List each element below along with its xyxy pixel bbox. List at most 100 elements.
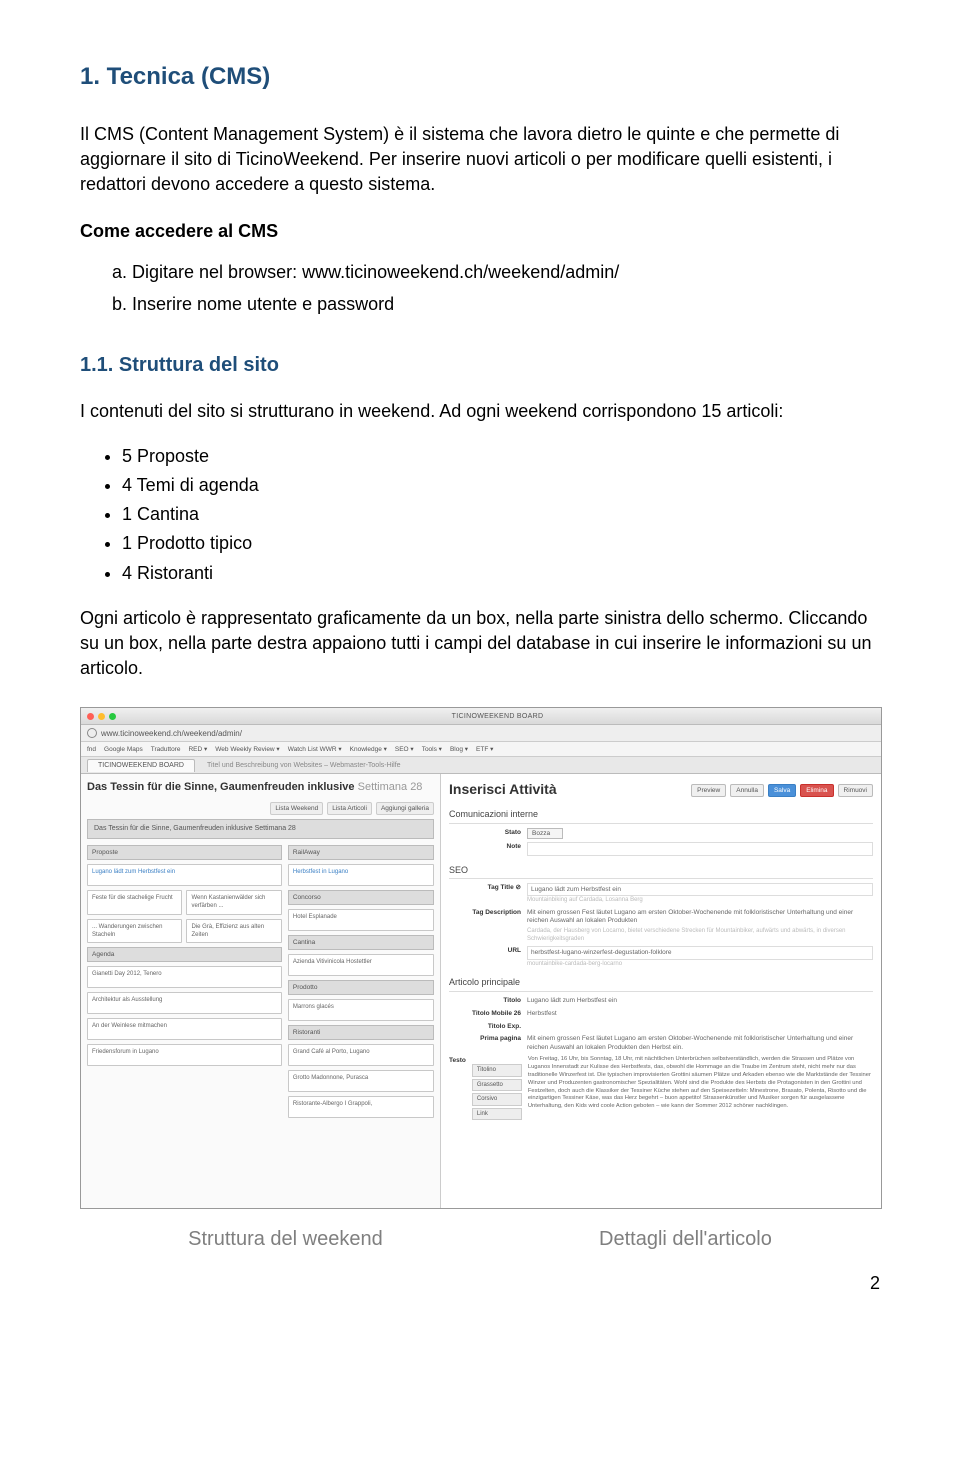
card-proposta: ... Wanderungen zwischen Stacheln xyxy=(87,919,182,944)
bookmark: SEO ▾ xyxy=(395,745,414,754)
titolo-label: Titolo xyxy=(449,996,521,1005)
tab-lista-articoli: Lista Articoli xyxy=(327,802,372,815)
format-titolino: Titolino xyxy=(472,1064,522,1076)
format-grassetto: Grassetto xyxy=(472,1079,522,1091)
card-cantina: Azienda Vitivinicola Hostettler xyxy=(288,954,434,976)
testo-field: Von Freitag, 16 Uhr, bis Sonntag, 18 Uhr… xyxy=(528,1056,873,1111)
note-label: Note xyxy=(449,842,521,851)
bookmark: RED ▾ xyxy=(188,745,207,754)
screenshot-captions: Struttura del weekend Dettagli dell'arti… xyxy=(80,1225,880,1253)
card-concorso: Hotel Esplanade xyxy=(288,909,434,931)
tagdesc-label: Tag Description xyxy=(449,908,521,917)
right-title: Inserisci Attività xyxy=(449,780,687,800)
format-link: Link xyxy=(472,1108,522,1120)
titolo-field: Lugano lädt zum Herbstfest ein xyxy=(527,996,873,1006)
card-ristorante: Grand Café al Porto, Lugano xyxy=(288,1044,434,1066)
note-field xyxy=(527,842,873,856)
section-11-title: 1.1. Struttura del sito xyxy=(80,351,880,379)
section-seo: SEO xyxy=(449,864,873,880)
page-number: 2 xyxy=(80,1271,880,1296)
step-b: b. Inserire nome utente e password xyxy=(112,292,880,317)
globe-icon xyxy=(87,728,97,738)
url-field: herbstfest-lugano-winzerfest-degustation… xyxy=(527,946,873,959)
testo-label: Testo xyxy=(449,1056,466,1065)
card-proposta: Wenn Kastanienwälder sich verfärben ... xyxy=(186,890,281,915)
tab-active: TICINOWEEKEND BOARD xyxy=(87,759,195,772)
tagtitle-field: Lugano lädt zum Herbstfest ein xyxy=(527,883,873,896)
titolo26-field: Herbstfest xyxy=(527,1009,873,1019)
label-agenda: Agenda xyxy=(87,947,282,962)
cms-screenshot: TICINOWEEKEND BOARD www.ticinoweekend.ch… xyxy=(80,707,882,1209)
card-agenda: Gianetti Day 2012, Tenero xyxy=(87,966,282,988)
bookmark: Traduttore xyxy=(151,745,181,754)
col-proposte: Proposte Lugano lädt zum Herbstfest ein … xyxy=(87,845,282,1118)
label-prodotto: Prodotto xyxy=(288,980,434,995)
window-title: TICINOWEEKEND BOARD xyxy=(120,712,875,722)
label-cantina: Cantina xyxy=(288,935,434,950)
list-item: 1 Cantina xyxy=(122,502,880,527)
weekend-head-box: Das Tessin für die Sinne, Gaumenfreuden … xyxy=(87,819,434,839)
tab-inactive: Titel und Beschreibung von Websites – We… xyxy=(197,760,411,772)
format-tabs: Titolino Grassetto Corsivo Link xyxy=(472,1064,522,1120)
rimuovi-button: Rimuovi xyxy=(838,784,873,797)
card-proposta: Die Grà, Effizienz aus alten Zeiten xyxy=(186,919,281,944)
tab-aggiungi-galleria: Aggiungi galleria xyxy=(376,802,434,815)
card-prodotto: Marrons glacés xyxy=(288,999,434,1021)
list-item: 1 Prodotto tipico xyxy=(122,531,880,556)
bookmark: Knowledge ▾ xyxy=(350,745,387,754)
tagdesc-field: Mit einem grossen Fest läutet Lugano am … xyxy=(527,908,873,927)
section-11-p1: I contenuti del sito si strutturano in w… xyxy=(80,399,880,424)
minimize-icon xyxy=(98,713,105,720)
stato-label: Stato xyxy=(449,828,521,837)
bookmark: Tools ▾ xyxy=(422,745,442,754)
bookmark: ETF ▾ xyxy=(476,745,493,754)
label-ristoranti: Ristoranti xyxy=(288,1025,434,1040)
caption-left: Struttura del weekend xyxy=(188,1225,383,1253)
card-railaway: Herbstfest in Lugano xyxy=(288,864,434,886)
card-proposta: Feste für die stachelige Frucht xyxy=(87,890,182,915)
prima-label: Prima pagina xyxy=(449,1034,521,1043)
weekend-title: Das Tessin für die Sinne, Gaumenfreuden … xyxy=(87,781,355,793)
bookmark: Google Maps xyxy=(104,745,143,754)
tab-lista-weekend: Lista Weekend xyxy=(270,802,323,815)
section-1-title: 1. Tecnica (CMS) xyxy=(80,60,880,94)
article-counts-list: 5 Proposte 4 Temi di agenda 1 Cantina 1 … xyxy=(122,444,880,586)
card-ristorante: Grotto Madonnone, Purasca xyxy=(288,1070,434,1092)
card-agenda: Architektur als Ausstellung xyxy=(87,992,282,1014)
tagtitle-hint: Mountainbiking auf Cardada, Losanna Berg xyxy=(527,896,873,904)
caption-right: Dettagli dell'articolo xyxy=(599,1225,772,1253)
titoloexp-label: Titolo Exp. xyxy=(449,1022,521,1031)
label-concorso: Concorso xyxy=(288,890,434,905)
step-a: a. Digitare nel browser: www.ticinoweeke… xyxy=(112,260,880,285)
bookmark: Blog ▾ xyxy=(450,745,468,754)
stato-select: Bozza xyxy=(527,828,563,839)
prima-field: Mit einem grossen Fest läutet Lugano am … xyxy=(527,1034,873,1053)
col-misc: RailAway Herbstfest in Lugano Concorso H… xyxy=(288,845,434,1118)
titolo26-label: Titolo Mobile 26 xyxy=(449,1009,521,1018)
access-heading: Come accedere al CMS xyxy=(80,219,880,244)
url-hint: mountainbike-cardada-berg-locarno xyxy=(527,960,873,968)
zoom-icon xyxy=(109,713,116,720)
close-icon xyxy=(87,713,94,720)
annulla-button: Annulla xyxy=(730,784,764,797)
section-1-intro: Il CMS (Content Management System) è il … xyxy=(80,122,880,198)
url-label: URL xyxy=(449,946,521,955)
right-panel: Inserisci Attività Preview Annulla Salva… xyxy=(441,774,881,1209)
card-agenda: Friedensforum in Lugano xyxy=(87,1044,282,1066)
titoloexp-field xyxy=(527,1022,873,1024)
card-proposta: Lugano lädt zum Herbstfest ein xyxy=(87,864,282,886)
browser-tabs: TICINOWEEKEND BOARD Titel und Beschreibu… xyxy=(81,757,881,774)
bookmark: fnd xyxy=(87,745,96,754)
tagtitle-label: Tag Title ⊘ xyxy=(449,883,521,892)
label-proposte: Proposte xyxy=(87,845,282,860)
elimina-button: Elimina xyxy=(800,784,833,797)
format-corsivo: Corsivo xyxy=(472,1093,522,1105)
bookmark: Web Weekly Review ▾ xyxy=(215,745,279,754)
settimana-label: Settimana 28 xyxy=(358,781,423,793)
list-item: 4 Ristoranti xyxy=(122,561,880,586)
label-railaway: RailAway xyxy=(288,845,434,860)
mac-titlebar: TICINOWEEKEND BOARD xyxy=(81,708,881,725)
left-panel: Das Tessin für die Sinne, Gaumenfreuden … xyxy=(81,774,441,1209)
bookmark: Watch List WWR ▾ xyxy=(288,745,342,754)
list-item: 4 Temi di agenda xyxy=(122,473,880,498)
